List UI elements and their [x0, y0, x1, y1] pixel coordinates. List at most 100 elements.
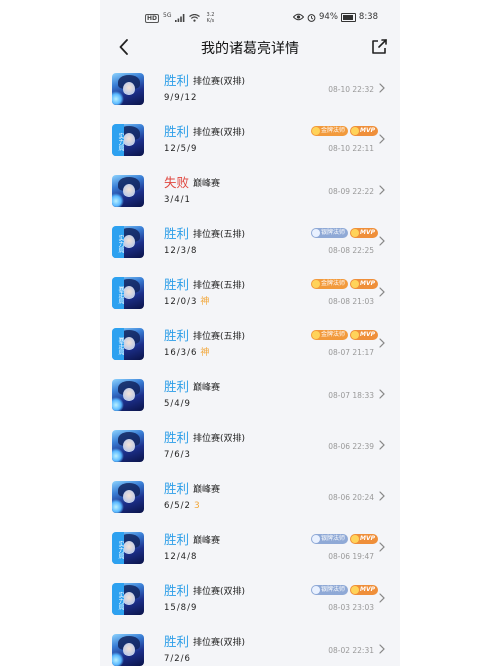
- battery-icon: [340, 12, 356, 22]
- signal-bars-icon: [175, 14, 185, 22]
- badge-group: 银牌法师 MVP: [310, 228, 378, 238]
- badge-group: 金牌法师 MVP: [310, 126, 378, 136]
- kda-line: 12/5/9: [164, 144, 197, 154]
- avatar-face: [123, 592, 135, 606]
- badge-silver: 银牌法师: [310, 585, 348, 595]
- match-result: 胜利: [164, 379, 190, 394]
- badge-mvp: MVP: [349, 279, 378, 289]
- share-icon[interactable]: [370, 38, 388, 56]
- hero-avatar: 实力局: [112, 583, 144, 615]
- match-time: 08-06 20:24: [328, 493, 374, 502]
- streak-mark: 神: [200, 297, 211, 307]
- hero-avatar: [112, 634, 144, 666]
- badge-group: 金牌法师 MVP: [310, 279, 378, 289]
- match-time: 08-08 22:25: [328, 246, 374, 255]
- match-row[interactable]: 暴走局 胜利 排位赛(五排) 12/0/3 神 金牌法师 MVP 08-08 21:…: [100, 266, 400, 317]
- kda-line: 7/2/6: [164, 654, 191, 664]
- chevron-right-icon: [379, 185, 385, 195]
- match-tag: 暴走局: [112, 277, 124, 309]
- chevron-right-icon: [379, 83, 385, 93]
- match-mode: 排位赛(双排): [193, 587, 246, 597]
- clock: 8:38: [358, 12, 378, 22]
- match-tag: 实力局: [112, 583, 124, 615]
- kda-line: 12/0/3 神: [164, 297, 210, 307]
- signal-label: 5G: [163, 11, 172, 19]
- match-mode: 排位赛(五排): [193, 230, 246, 240]
- match-tag: 实力局: [112, 532, 124, 564]
- badge-silver: 银牌法师: [310, 534, 348, 544]
- battery-percent: 94%: [319, 12, 338, 22]
- chevron-right-icon: [379, 440, 385, 450]
- match-row[interactable]: 暴走局 胜利 排位赛(五排) 16/3/6 神 金牌法师 MVP 08-07 21:…: [100, 317, 400, 368]
- match-row[interactable]: 实力局 胜利 排位赛(双排) 12/5/9 金牌法师 MVP 08-10 22:1…: [100, 113, 400, 164]
- avatar-glow: [112, 499, 124, 513]
- match-mode: 巅峰赛: [193, 536, 221, 546]
- badge-mvp: MVP: [349, 228, 378, 238]
- avatar-glow: [112, 652, 124, 666]
- kda-value: 9/9/12: [164, 93, 198, 103]
- chevron-right-icon: [379, 134, 385, 144]
- match-time: 08-07 21:17: [328, 348, 374, 357]
- match-time: 08-03 23:03: [328, 603, 374, 612]
- status-bar: HD 5G 3.2 K/s 94% 8:38: [100, 0, 400, 36]
- match-result: 胜利: [164, 73, 190, 88]
- hero-avatar: 暴走局: [112, 277, 144, 309]
- match-time: 08-06 22:39: [328, 442, 374, 451]
- avatar-face: [123, 439, 135, 453]
- kda-line: 7/6/3: [164, 450, 191, 460]
- match-mode: 排位赛(双排): [193, 128, 246, 138]
- avatar-face: [123, 388, 135, 402]
- kda-value: 7/6/3: [164, 450, 191, 460]
- chevron-right-icon: [379, 542, 385, 552]
- header-bar: 我的诸葛亮详情: [100, 36, 400, 60]
- match-row[interactable]: 胜利 排位赛(双排) 7/6/3 08-06 22:39: [100, 419, 400, 470]
- chevron-right-icon: [379, 593, 385, 603]
- kda-value: 16/3/6: [164, 348, 198, 358]
- match-row[interactable]: 失败 巅峰赛 3/4/1 08-09 22:22: [100, 164, 400, 215]
- chevron-right-icon: [379, 287, 385, 297]
- badge-gold: 金牌法师: [310, 330, 348, 340]
- badge-mvp: MVP: [349, 126, 378, 136]
- badge-mvp: MVP: [349, 330, 378, 340]
- avatar-face: [123, 337, 135, 351]
- phone-screen: HD 5G 3.2 K/s 94% 8:38 我的诸葛亮详情 胜利 排位赛(双排…: [100, 0, 400, 666]
- match-result: 失败: [164, 175, 190, 190]
- avatar-face: [123, 490, 135, 504]
- avatar-glow: [112, 448, 124, 462]
- kda-line: 3/4/1: [164, 195, 191, 205]
- network-speed: 3.2 K/s: [206, 12, 214, 24]
- kda-line: 12/4/8: [164, 552, 197, 562]
- badge-group: 银牌法师 MVP: [310, 585, 378, 595]
- kda-value: 3/4/1: [164, 195, 191, 205]
- kda-line: 16/3/6 神: [164, 348, 210, 358]
- match-row[interactable]: 胜利 排位赛(双排) 7/2/6 08-02 22:31: [100, 623, 400, 666]
- match-time: 08-07 18:33: [328, 391, 374, 400]
- match-mode: 巅峰赛: [193, 485, 221, 495]
- match-row[interactable]: 胜利 巅峰赛 6/5/2 3 08-06 20:24: [100, 470, 400, 521]
- match-result: 胜利: [164, 481, 190, 496]
- chevron-right-icon: [379, 236, 385, 246]
- hero-avatar: 暴走局: [112, 328, 144, 360]
- hero-avatar: [112, 430, 144, 462]
- badge-group: 银牌法师 MVP: [310, 534, 378, 544]
- avatar-glow: [112, 193, 124, 207]
- chevron-right-icon: [379, 389, 385, 399]
- match-row[interactable]: 胜利 巅峰赛 5/4/9 08-07 18:33: [100, 368, 400, 419]
- kda-value: 12/4/8: [164, 552, 198, 562]
- match-row[interactable]: 实力局 胜利 排位赛(五排) 12/3/8 银牌法师 MVP 08-08 22:2…: [100, 215, 400, 266]
- match-mode: 巅峰赛: [193, 383, 221, 393]
- match-time: 08-02 22:31: [328, 646, 374, 655]
- hero-avatar: [112, 379, 144, 411]
- match-row[interactable]: 实力局 胜利 巅峰赛 12/4/8 银牌法师 MVP 08-06 19:47: [100, 521, 400, 572]
- match-row[interactable]: 实力局 胜利 排位赛(双排) 15/8/9 银牌法师 MVP 08-03 23:0…: [100, 572, 400, 623]
- badge-mvp: MVP: [349, 534, 378, 544]
- hero-avatar: [112, 175, 144, 207]
- kda-value: 6/5/2: [164, 501, 191, 511]
- match-time: 08-09 22:22: [328, 187, 374, 196]
- page-title: 我的诸葛亮详情: [201, 41, 299, 57]
- kda-value: 7/2/6: [164, 654, 191, 664]
- avatar-face: [123, 82, 135, 96]
- match-row[interactable]: 胜利 排位赛(双排) 9/9/12 08-10 22:32: [100, 62, 400, 113]
- streak-mark: 3: [193, 501, 201, 511]
- kda-value: 12/5/9: [164, 144, 198, 154]
